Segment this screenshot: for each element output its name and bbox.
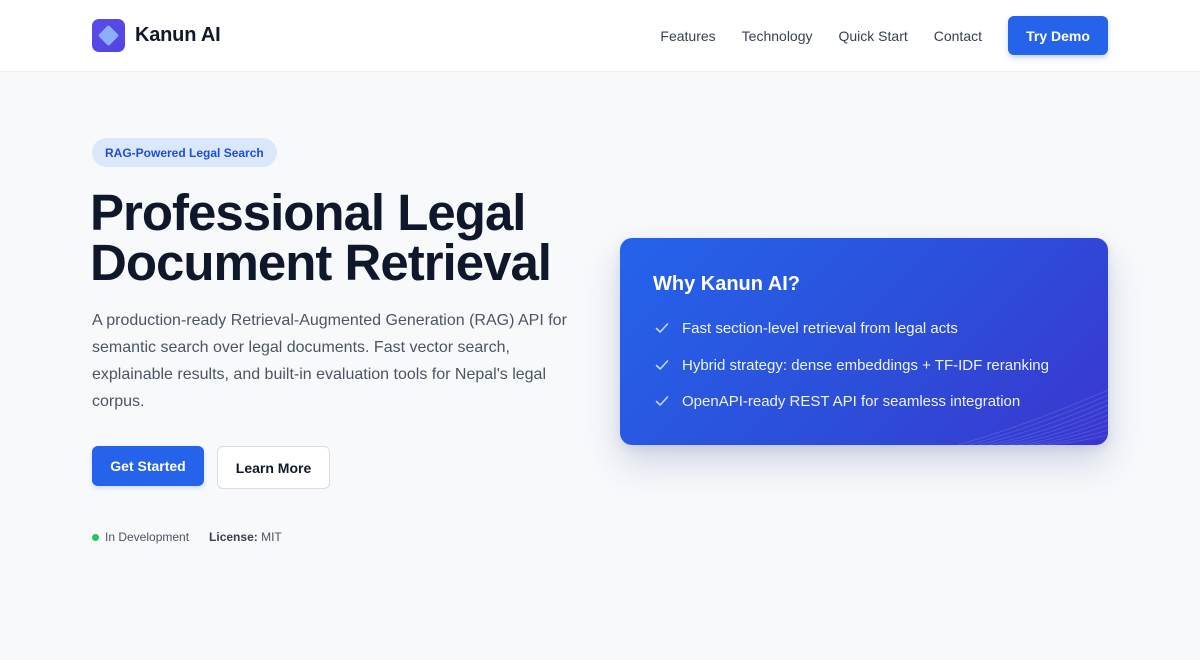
diamond-logo-icon — [92, 19, 125, 52]
why-card: Why Kanun AI? Fast section-level retriev… — [620, 238, 1108, 445]
try-demo-button[interactable]: Try Demo — [1008, 16, 1108, 55]
check-icon — [655, 360, 669, 370]
top-navbar: Kanun AI Features Technology Quick Start… — [0, 0, 1200, 72]
check-icon — [655, 396, 669, 406]
card-title: Why Kanun AI? — [653, 273, 801, 295]
feature-text: Hybrid strategy: dense embeddings + TF-I… — [682, 356, 1049, 374]
check-icon — [655, 323, 669, 333]
nav-link-contact[interactable]: Contact — [934, 28, 982, 44]
hero-title-line-1: Professional Legal — [90, 184, 526, 241]
hero-title-line-2: Document Retrieval — [90, 234, 552, 291]
feature-item: OpenAPI-ready REST API for seamless inte… — [655, 391, 1020, 411]
learn-more-button[interactable]: Learn More — [217, 446, 330, 489]
brand[interactable]: Kanun AI — [92, 19, 221, 52]
hero-description: A production-ready Retrieval-Augmented G… — [92, 312, 567, 410]
project-meta: In Development License: MIT — [92, 529, 282, 545]
nav-link-features[interactable]: Features — [660, 28, 715, 44]
feature-text: OpenAPI-ready REST API for seamless inte… — [682, 392, 1021, 410]
nav-link-technology[interactable]: Technology — [742, 28, 813, 44]
get-started-button[interactable]: Get Started — [92, 446, 204, 486]
feature-item: Fast section-level retrieval from legal … — [655, 318, 958, 338]
brand-name: Kanun AI — [135, 24, 221, 46]
feature-badge: RAG-Powered Legal Search — [92, 138, 277, 167]
license-info: License: MIT — [209, 530, 282, 544]
feature-text: Fast section-level retrieval from legal … — [682, 319, 958, 337]
status-dot-icon — [92, 533, 99, 541]
status-text: In Development — [105, 530, 190, 544]
license-value: MIT — [261, 530, 282, 544]
hero-title: Professional Legal Document Retrieval — [90, 187, 610, 291]
license-label: License: — [209, 530, 258, 544]
main-nav: Features Technology Quick Start Contact … — [660, 16, 1108, 55]
feature-item: Hybrid strategy: dense embeddings + TF-I… — [655, 355, 1049, 375]
nav-link-quick-start[interactable]: Quick Start — [839, 28, 908, 44]
